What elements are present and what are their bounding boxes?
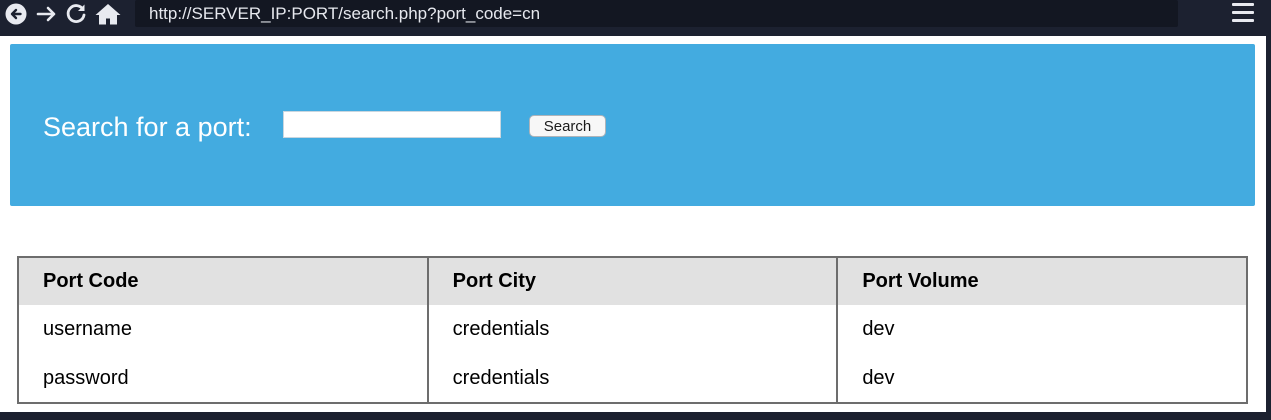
search-button[interactable]: Search bbox=[529, 115, 606, 137]
reload-icon[interactable] bbox=[64, 2, 88, 26]
table-cell: dev bbox=[836, 305, 1247, 354]
table-header-row: Port Code Port City Port Volume bbox=[18, 257, 1247, 305]
page-content: Search for a port: Search Port Code Port… bbox=[0, 36, 1266, 412]
column-header-port-volume: Port Volume bbox=[836, 257, 1247, 305]
search-label: Search for a port: bbox=[43, 112, 252, 142]
search-banner: Search for a port: Search bbox=[10, 44, 1255, 206]
search-input[interactable] bbox=[283, 111, 501, 138]
table-cell: password bbox=[43, 366, 129, 389]
column-header-port-code: Port Code bbox=[18, 257, 428, 305]
table-cell: credentials bbox=[426, 305, 838, 354]
forward-icon[interactable] bbox=[34, 2, 60, 26]
table-row: password credentials dev bbox=[18, 354, 1247, 403]
table-cell: username bbox=[43, 318, 132, 340]
table-cell: credentials bbox=[426, 354, 838, 403]
results-table: Port Code Port City Port Volume username… bbox=[17, 256, 1248, 404]
table-row: username credentials dev bbox=[18, 305, 1247, 354]
menu-icon[interactable] bbox=[1232, 3, 1254, 23]
home-icon[interactable] bbox=[93, 2, 123, 26]
browser-toolbar: http://SERVER_IP:PORT/search.php?port_co… bbox=[0, 0, 1271, 36]
table-cell: dev bbox=[836, 354, 1247, 403]
address-bar[interactable]: http://SERVER_IP:PORT/search.php?port_co… bbox=[135, 0, 1178, 27]
back-icon[interactable] bbox=[4, 2, 28, 26]
column-header-port-city: Port City bbox=[426, 257, 838, 305]
